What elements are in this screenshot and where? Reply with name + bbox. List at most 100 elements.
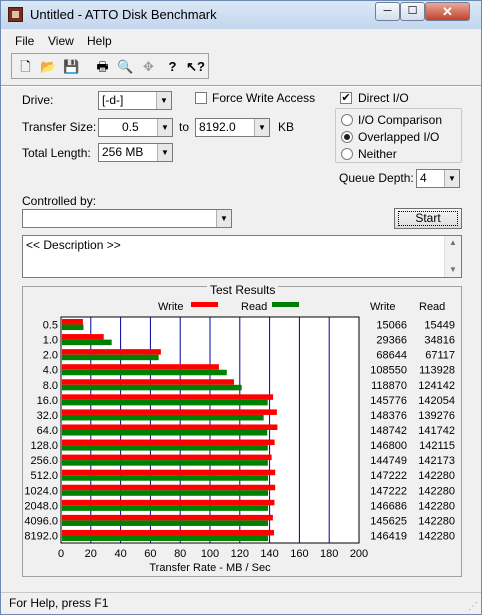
x-tick-label: 40	[114, 548, 126, 560]
menu-help[interactable]: Help	[87, 34, 112, 48]
help-icon[interactable]: ?	[162, 56, 183, 77]
save-icon[interactable]: 💾	[61, 56, 82, 77]
drive-select[interactable]: [-d-] ▼	[98, 91, 172, 110]
read-value: 142115	[419, 440, 455, 452]
write-bar	[62, 454, 272, 461]
force-write-checkbox[interactable]	[195, 92, 207, 104]
total-length-label: Total Length:	[22, 146, 91, 160]
resize-grip-icon[interactable]: ⋰	[468, 601, 478, 612]
transfer-from-select[interactable]: 0.5 ▼	[98, 118, 173, 137]
chevron-down-icon: ▼	[156, 92, 171, 109]
total-length-value: 256 MB	[102, 145, 144, 159]
read-value: 142280	[418, 470, 455, 482]
app-window: Untitled - ATTO Disk Benchmark ─ ☐ ✕ Fil…	[0, 0, 482, 615]
write-value: 15066	[376, 320, 407, 332]
read-bar	[62, 460, 268, 466]
radio-overlapped-io[interactable]	[341, 131, 353, 143]
write-bar	[62, 319, 83, 325]
category-label: 4.0	[43, 365, 58, 377]
description-scrollbar[interactable]: ▲ ▼	[444, 236, 461, 277]
read-bar	[62, 324, 84, 331]
to-label: to	[179, 120, 190, 134]
drive-value: [-d-]	[102, 93, 124, 107]
write-value: 68644	[376, 350, 407, 362]
category-label: 2.0	[43, 350, 58, 362]
scroll-down-icon[interactable]: ▼	[445, 263, 461, 277]
x-tick-label: 60	[144, 548, 156, 560]
write-value: 29366	[376, 335, 407, 347]
results-chart: Write Read Write Read 0.5 1.0 2.0 4.0 8.0 16.0 3…	[24, 301, 455, 574]
transfer-to-select[interactable]: 8192.0 ▼	[195, 118, 270, 137]
read-value: 142054	[418, 395, 455, 407]
start-button[interactable]: Start	[394, 208, 462, 229]
context-help-icon[interactable]: ↖?	[185, 56, 206, 77]
force-write-label: Force Write Access	[212, 91, 316, 105]
chevron-down-icon: ▼	[157, 119, 172, 136]
queue-depth-value: 4	[420, 171, 427, 185]
menu-view[interactable]: View	[48, 34, 74, 48]
window-title: Untitled - ATTO Disk Benchmark	[30, 7, 217, 22]
write-bar	[62, 514, 273, 521]
direct-io-checkbox[interactable]: ✔	[340, 92, 352, 104]
minimize-button[interactable]: ─	[375, 2, 400, 21]
move-icon[interactable]: ✥	[138, 56, 159, 77]
queue-depth-select[interactable]: 4 ▼	[416, 169, 460, 188]
menu-bar: File View Help	[1, 30, 481, 51]
x-tick-label: 120	[231, 548, 249, 560]
write-value: 118870	[371, 380, 407, 392]
new-file-icon[interactable]: 🗋	[15, 56, 36, 77]
category-label: 1.0	[43, 335, 58, 347]
read-bar	[62, 475, 269, 481]
legend-read-swatch	[272, 302, 299, 307]
radio-io-comparison[interactable]	[341, 114, 353, 126]
write-bar	[62, 409, 277, 415]
category-label: 128.0	[30, 440, 58, 452]
direct-io-label: Direct I/O	[358, 91, 409, 105]
print-icon[interactable]: 🖶	[92, 56, 113, 77]
write-bar	[62, 484, 276, 491]
category-label: 4096.0	[24, 515, 58, 527]
radio-neither[interactable]	[341, 148, 353, 160]
category-label: 16.0	[37, 395, 58, 407]
toolbar-separator	[1, 85, 481, 87]
category-label: 64.0	[37, 425, 58, 437]
read-value: 142280	[418, 530, 455, 542]
read-value: 15449	[424, 320, 455, 332]
write-value: 145625	[370, 515, 407, 527]
read-bar	[62, 430, 268, 436]
category-labels: 0.5 1.0 2.0 4.0 8.0 16.0 32.0 64.0 128.0 256.0 512…	[24, 320, 58, 543]
read-value: 124142	[418, 380, 455, 392]
write-value: 148376	[370, 410, 407, 422]
open-folder-icon[interactable]: 📂	[38, 56, 59, 77]
x-tick-label: 180	[320, 548, 338, 560]
total-length-select[interactable]: 256 MB ▼	[98, 143, 173, 162]
controlled-by-label: Controlled by:	[22, 194, 97, 208]
controlled-by-select[interactable]: ▼	[22, 209, 232, 228]
drive-label: Drive:	[22, 93, 54, 107]
print-preview-icon[interactable]: 🔍	[115, 56, 136, 77]
kb-label: KB	[278, 120, 295, 134]
read-value: 142173	[418, 455, 455, 467]
x-tick-label: 140	[260, 548, 278, 560]
write-bar	[62, 349, 161, 355]
results-table: 15066 15449 29366 34816 68644 67117 108550 1139…	[370, 320, 455, 543]
scroll-up-icon[interactable]: ▲	[445, 236, 461, 250]
write-value: 145776	[370, 395, 407, 407]
read-value: 142280	[418, 515, 455, 527]
category-label: 256.0	[30, 455, 58, 467]
category-label: 0.5	[43, 320, 58, 332]
radio-neither-label: Neither	[358, 147, 397, 161]
description-textarea[interactable]: << Description >> ▲ ▼	[22, 235, 462, 278]
transfer-from-value: 0.5	[122, 120, 139, 134]
read-bar	[62, 490, 269, 496]
toolbar: 🗋 📂 💾 🖶 🔍 ✥ ? ↖?	[11, 53, 209, 79]
read-bar	[62, 354, 159, 361]
menu-file[interactable]: File	[15, 34, 34, 48]
write-bar	[62, 394, 274, 400]
maximize-button[interactable]: ☐	[400, 2, 425, 21]
x-tick-labels: 0 20 40 60 80 100 120 140 160 180 200	[58, 548, 368, 560]
title-bar: Untitled - ATTO Disk Benchmark ─ ☐ ✕	[1, 1, 481, 29]
legend-write-label: Write	[158, 301, 183, 313]
chevron-down-icon: ▼	[157, 144, 172, 161]
close-button[interactable]: ✕	[425, 2, 470, 21]
